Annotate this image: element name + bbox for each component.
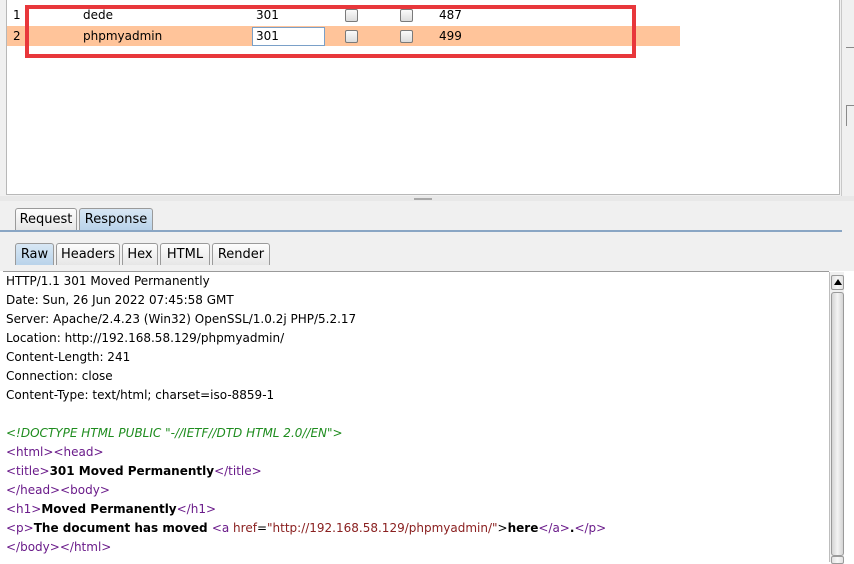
tab-underline (0, 230, 842, 232)
vertical-scrollbar[interactable] (829, 272, 844, 564)
header-line: Content-Type: text/html; charset=iso-885… (6, 388, 275, 402)
tab-hex[interactable]: Hex (122, 243, 158, 265)
p-close-tag: </p> (574, 521, 607, 535)
closing-line: </body></html> (6, 538, 111, 557)
tab-response[interactable]: Response (79, 208, 153, 230)
title-open-tag: <title> (6, 464, 50, 478)
scroll-up-arrow-icon[interactable] (831, 275, 844, 290)
href-attr: href (233, 521, 257, 535)
tab-raw[interactable]: Raw (15, 243, 54, 265)
row-number: 1 (13, 8, 21, 22)
a-close-tag: </a> (538, 521, 570, 535)
head-tag: <head> (53, 445, 104, 459)
header-line: Content-Length: 241 (6, 350, 131, 364)
tab-headers[interactable]: Headers (56, 243, 120, 265)
status-line: HTTP/1.1 301 Moved Permanently (6, 274, 210, 288)
tab-render[interactable]: Render (212, 243, 270, 265)
response-editor[interactable]: HTTP/1.1 301 Moved Permanently Date: Sun… (3, 271, 829, 563)
html-close-tag: </html> (59, 540, 112, 554)
header-line: Server: Apache/2.4.23 (Win32) OpenSSL/1.… (6, 312, 357, 326)
title-text: 301 Moved Permanently (49, 464, 215, 478)
view-tabbar: Raw Headers Hex HTML Render (0, 237, 854, 271)
row-number: 2 (13, 29, 21, 43)
html-tag: <html> (6, 445, 54, 459)
body-close-tag: </body> (6, 540, 60, 554)
panel-divider (846, 105, 854, 126)
h1-open-tag: <h1> (6, 502, 42, 516)
attr-equals: = (256, 521, 267, 535)
title-line: <title>301 Moved Permanently</title> (6, 462, 262, 481)
h1-text: Moved Permanently (41, 502, 177, 516)
header-line: Connection: close (6, 369, 113, 383)
tag-gt: > (497, 521, 508, 535)
panel-divider (846, 47, 854, 48)
header-line: Date: Sun, 26 Jun 2022 07:45:58 GMT (6, 293, 234, 307)
scroll-down-arrow-icon[interactable] (831, 556, 844, 564)
title-close-tag: </title> (214, 464, 262, 478)
html-head-line: <html><head> (6, 443, 104, 462)
a-open-tag: <a (211, 521, 234, 535)
h1-close-tag: </h1> (176, 502, 217, 516)
p-open-tag: <p> (6, 521, 34, 535)
link-text: here (507, 521, 539, 535)
head-close-tag: </head> (6, 483, 61, 497)
body-open-tag: <body> (60, 483, 110, 497)
tab-html[interactable]: HTML (160, 243, 210, 265)
splitter-grip-icon[interactable] (414, 198, 432, 200)
p-text: The document has moved (33, 521, 212, 535)
scroll-thumb[interactable] (831, 292, 844, 556)
message-tabbar: Request Response (0, 201, 854, 237)
right-side-panel (841, 0, 854, 200)
href-value: "http://192.168.58.129/phpmyadmin/" (267, 521, 498, 535)
h1-line: <h1>Moved Permanently</h1> (6, 500, 216, 519)
red-annotation-box (25, 5, 636, 58)
head-body-line: </head><body> (6, 481, 110, 500)
paragraph-line: <p>The document has moved <a href="http:… (6, 519, 606, 538)
doctype-line: <!DOCTYPE HTML PUBLIC "-//IETF//DTD HTML… (6, 426, 343, 440)
header-line: Location: http://192.168.58.129/phpmyadm… (6, 331, 285, 345)
tab-request[interactable]: Request (15, 208, 77, 230)
